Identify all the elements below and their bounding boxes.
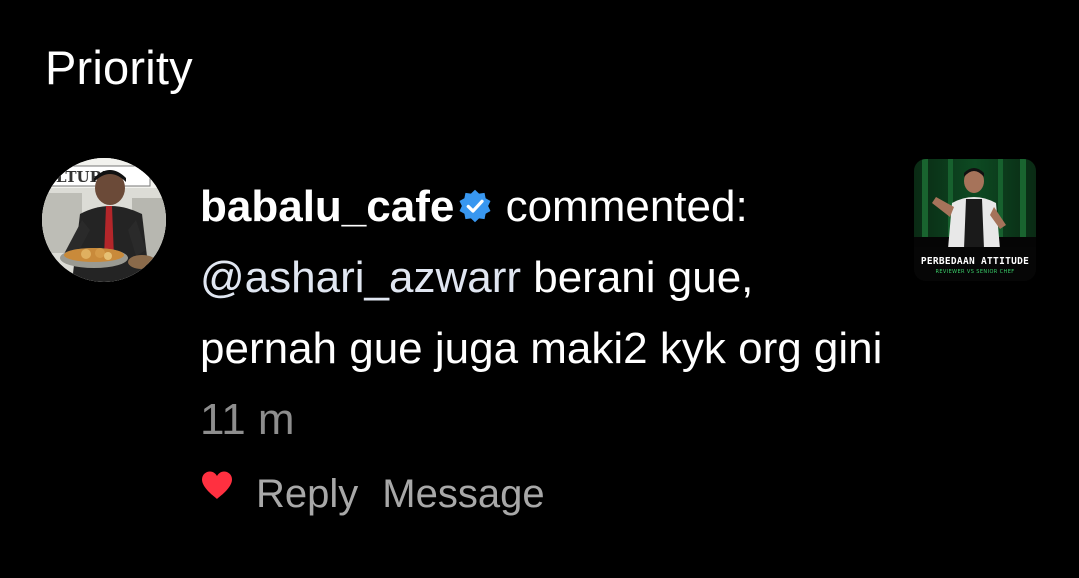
notification-text: babalu_cafe commented: @ashari_azwarr be… (200, 171, 890, 455)
section-title: Priority (45, 41, 193, 94)
username-link[interactable]: babalu_cafe (200, 182, 454, 231)
verified-badge-icon (459, 189, 491, 223)
timestamp: 11 m (200, 395, 295, 444)
reply-button[interactable]: Reply (256, 472, 358, 517)
message-button[interactable]: Message (382, 472, 544, 517)
action-text: commented: (505, 182, 748, 231)
post-thumbnail[interactable]: PERBEDAAN ATTITUDE REVIEWER VS SENIOR CH… (914, 159, 1036, 281)
notification-actions: Reply Message (200, 467, 569, 521)
avatar-photo: LTURE (42, 158, 166, 282)
thumbnail-title: PERBEDAAN ATTITUDE (920, 256, 1030, 267)
notification-item[interactable]: babalu_cafe commented: @ashari_azwarr be… (200, 171, 890, 455)
heart-icon[interactable] (200, 470, 234, 500)
avatar[interactable]: LTURE (42, 158, 166, 282)
thumbnail-subtitle: REVIEWER VS SENIOR CHEF (935, 269, 1015, 275)
mention-link[interactable]: @ashari_azwarr (200, 253, 521, 302)
